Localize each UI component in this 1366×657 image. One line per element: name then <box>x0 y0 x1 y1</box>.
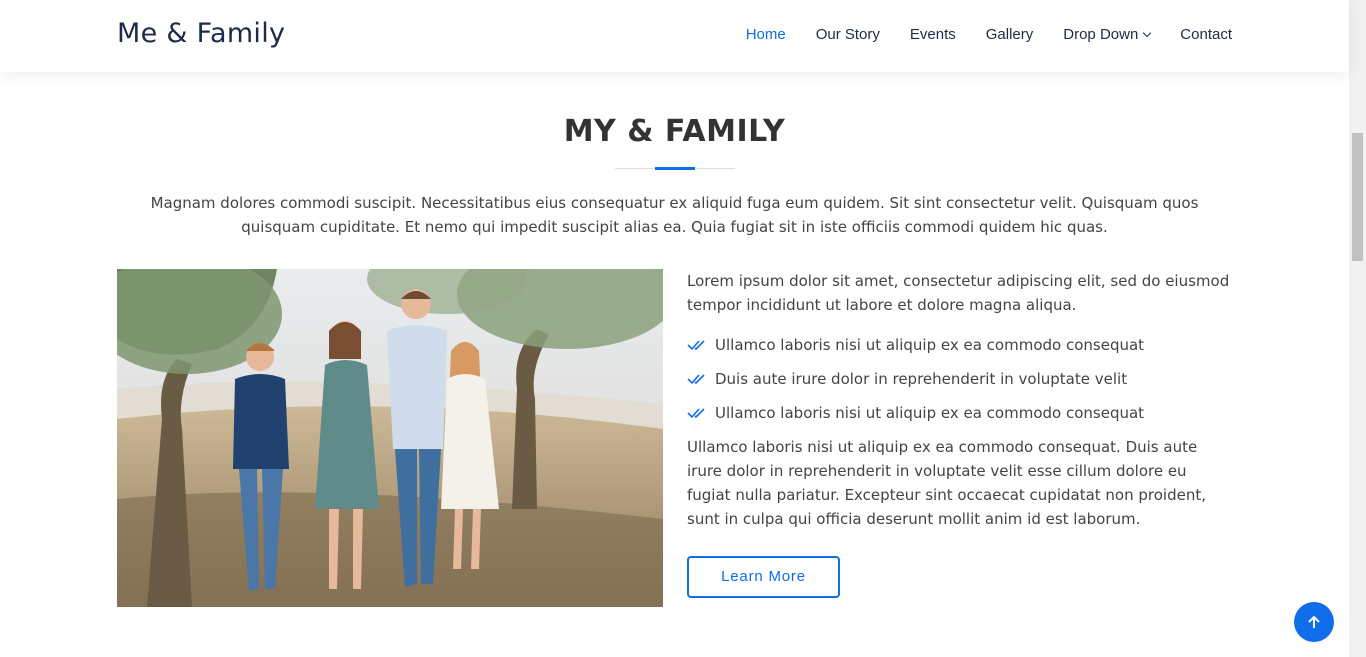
nav-our-story[interactable]: Our Story <box>816 26 880 43</box>
learn-more-button[interactable]: Learn More <box>687 556 840 598</box>
feature-list: Ullamco laboris nisi ut aliquip ex ea co… <box>687 333 1232 425</box>
list-item-text: Ullamco laboris nisi ut aliquip ex ea co… <box>715 336 1145 354</box>
nav-gallery[interactable]: Gallery <box>986 26 1034 43</box>
chevron-down-icon <box>1143 28 1152 37</box>
page-scrollbar[interactable] <box>1349 0 1366 657</box>
double-check-icon <box>687 408 705 419</box>
main-nav: Home Our Story Events Gallery Drop Down … <box>716 26 1232 43</box>
about-lead: Lorem ipsum dolor sit amet, consectetur … <box>687 272 1230 314</box>
double-check-icon <box>687 374 705 385</box>
family-photo <box>117 269 663 607</box>
nav-contact[interactable]: Contact <box>1180 26 1232 43</box>
nav-drop-down-label: Drop Down <box>1063 26 1139 43</box>
list-item-text: Ullamco laboris nisi ut aliquip ex ea co… <box>715 404 1145 422</box>
list-item: Ullamco laboris nisi ut aliquip ex ea co… <box>687 401 1232 425</box>
list-item-text: Duis aute irure dolor in reprehenderit i… <box>715 370 1128 388</box>
nav-drop-down[interactable]: Drop Down <box>1063 26 1152 43</box>
site-header: Me & Family Home Our Story Events Galler… <box>0 0 1349 72</box>
site-logo[interactable]: Me & Family <box>117 18 285 49</box>
list-item: Duis aute irure dolor in reprehenderit i… <box>687 367 1232 391</box>
nav-events[interactable]: Events <box>910 26 956 43</box>
about-content: Lorem ipsum dolor sit amet, consectetur … <box>687 269 1232 598</box>
scrollbar-thumb[interactable] <box>1352 133 1363 261</box>
nav-home[interactable]: Home <box>746 26 786 43</box>
section-title: MY & FAMILY <box>563 114 786 149</box>
title-divider-accent <box>655 167 695 170</box>
list-item: Ullamco laboris nisi ut aliquip ex ea co… <box>687 333 1232 357</box>
arrow-up-icon <box>1308 615 1320 628</box>
back-to-top-button[interactable] <box>1294 602 1334 642</box>
about-paragraph: Ullamco laboris nisi ut aliquip ex ea co… <box>687 438 1206 528</box>
double-check-icon <box>687 340 705 351</box>
section-intro: Magnam dolores commodi suscipit. Necessi… <box>150 194 1199 236</box>
